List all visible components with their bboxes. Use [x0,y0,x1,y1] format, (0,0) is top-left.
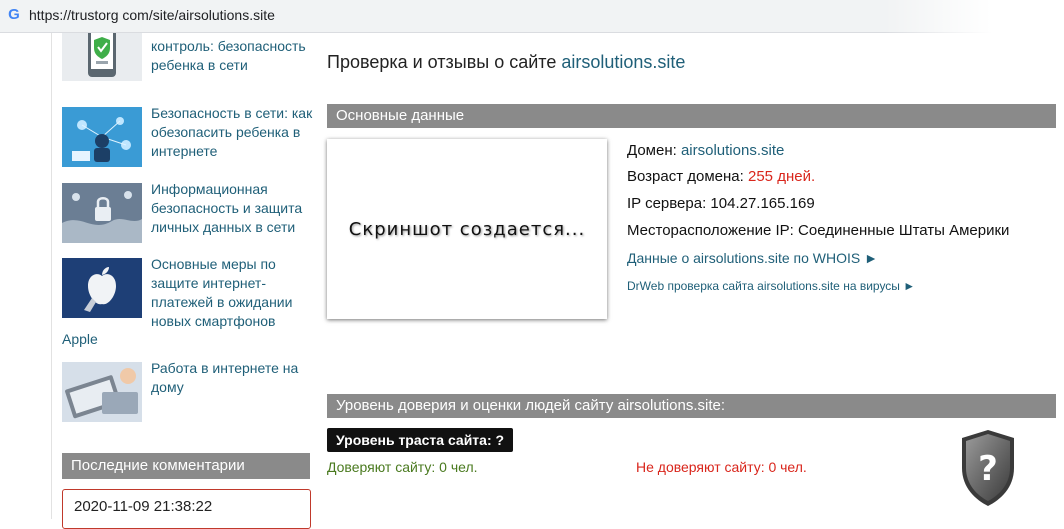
domain-row: Домен: airsolutions.site [627,142,784,159]
comment-date: 2020-11-09 21:38:22 [74,498,213,515]
comment-item[interactable]: 2020-11-09 21:38:22 [62,489,311,529]
page-title-prefix: Проверка и отзывы о сайте [327,52,557,72]
article-thumbnail-network[interactable] [62,107,142,167]
page-title-site-link[interactable]: airsolutions.site [561,52,685,72]
domain-age-value: 255 дней. [748,168,816,185]
ip-location-value: Соединенные Штаты Америки [798,222,1010,239]
question-shield-icon: ? [962,430,1014,506]
article-title-tail[interactable]: Apple [62,331,98,347]
article-title-link[interactable]: Информационная безопасность и защита лич… [151,180,316,237]
domain-age-row: Возраст домена: 255 дней. [627,168,815,185]
domain-label: Домен: [627,142,677,159]
page-title: Проверка и отзывы о сайте airsolutions.s… [327,52,685,73]
whois-link[interactable]: Данные о airsolutions.site по WHOIS ► [627,250,878,266]
site-screenshot-preview: Скриншот создается... [327,139,607,319]
trust-no-count: Не доверяют сайту: 0 чел. [636,459,807,475]
url-text[interactable]: https://trustorg com/site/airsolutions.s… [29,7,275,23]
domain-age-label: Возраст домена: [627,168,744,185]
server-ip-label: IP сервера: [627,195,707,212]
trust-header: Уровень доверия и оценки людей сайту air… [327,394,1056,418]
left-divider [51,33,52,519]
server-ip-row: IP сервера: 104.27.165.169 [627,195,815,212]
article-title-link[interactable]: Работа в интернете на дому [151,359,316,397]
basic-data-header: Основные данные [327,104,1056,128]
article-title-link[interactable]: контроль: безопасность ребенка в сети [151,37,316,75]
article-thumbnail-keyboard[interactable] [62,362,142,422]
server-ip-value: 104.27.165.169 [710,195,815,212]
article-thumbnail-phone-shield[interactable] [62,33,142,81]
article-thumbnail-lock-hand[interactable] [62,183,142,243]
ip-location-row: Месторасположение IP: Соединенные Штаты … [627,222,1009,239]
comments-header: Последние комментарии [62,453,310,479]
article-title-link[interactable]: Основные меры по защите интернет-платеже… [151,255,316,331]
trust-level-badge: Уровень траста сайта: ? [327,428,514,452]
ip-location-label: Месторасположение IP: [627,222,794,239]
drweb-link[interactable]: DrWeb проверка сайта airsolutions.site н… [627,279,915,293]
article-thumbnail-apple[interactable] [62,258,142,318]
article-title-link[interactable]: Безопасность в сети: как обезопасить реб… [151,104,316,161]
domain-link[interactable]: airsolutions.site [681,142,784,159]
screenshot-caption: Скриншот создается... [348,219,586,240]
google-g-icon: G [8,6,20,23]
trust-yes-count: Доверяют сайту: 0 чел. [327,459,478,475]
address-bar-fade [884,0,1064,33]
shield-question-mark: ? [978,449,998,489]
browser-address-bar[interactable]: G https://trustorg com/site/airsolutions… [0,0,1064,33]
